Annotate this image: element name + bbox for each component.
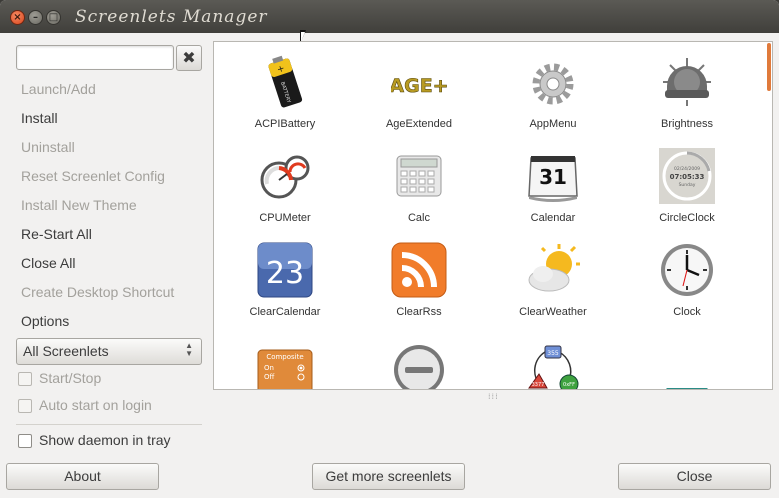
gauge-icon (260, 155, 310, 199)
install-action[interactable]: Install (21, 110, 58, 126)
calendar-icon-day: 31 (539, 165, 567, 189)
clear-calendar-day: 23 (266, 256, 304, 291)
screenlet-label: Brightness (661, 118, 713, 130)
gear-icon (532, 63, 574, 105)
start-stop-label: Start/Stop (39, 370, 102, 386)
screenlet-item-stop[interactable] (352, 334, 486, 389)
pane-resize-grip[interactable]: ⁞⁞⁞ (488, 392, 499, 401)
calculator-icon (396, 155, 442, 197)
screenlet-item-calendar[interactable]: 31 Calendar (486, 140, 620, 232)
close-button[interactable]: Close (618, 463, 771, 490)
screenlet-label: Clock (673, 306, 701, 318)
title-bar[interactable]: × – □ Screenlets Manager (0, 0, 779, 33)
filter-selected-value: All Screenlets (23, 343, 109, 359)
screenlet-label: Calendar (530, 212, 576, 224)
icon-view-scrollbar[interactable] (767, 43, 771, 91)
window-title: Screenlets Manager (75, 7, 268, 27)
clear-search-button[interactable]: ✖ (176, 45, 202, 71)
calendar-icon: 31 (528, 156, 578, 202)
cycle-right: 0xFF (563, 382, 575, 388)
circle-clock-time: 07:05:33 (670, 173, 705, 181)
window-maximize-button[interactable]: □ (46, 10, 61, 25)
composite-toggle-icon: Composite On Off (257, 349, 313, 389)
battery-icon: BATTERY + (268, 55, 303, 108)
create-desktop-shortcut-action[interactable]: Create Desktop Shortcut (21, 284, 174, 300)
cycle-left: 3377 (532, 382, 545, 388)
autostart-label: Auto start on login (39, 397, 152, 413)
screenlets-manager-window: × – □ Screenlets Manager ✖ Launch/Add In… (0, 0, 779, 498)
start-stop-checkbox[interactable] (18, 372, 32, 386)
screenlet-item-brightness[interactable]: Brightness (620, 46, 754, 138)
rss-icon (391, 242, 447, 298)
options-action[interactable]: Options (21, 313, 69, 329)
sidebar-separator (16, 424, 202, 425)
get-more-screenlets-button[interactable]: Get more screenlets (312, 463, 465, 490)
screenlet-label: CircleClock (659, 212, 715, 224)
clear-calendar-icon: 23 (257, 242, 313, 298)
cycle-diagram-icon: 355 3377 0xFF (528, 345, 579, 389)
screenlet-item-clock[interactable]: Clock (620, 234, 754, 326)
uninstall-action[interactable]: Uninstall (21, 139, 75, 155)
circle-clock-day: Sunday (679, 182, 696, 188)
screenlet-item-cycle[interactable]: 355 3377 0xFF (486, 334, 620, 389)
teal-shape-icon (666, 388, 708, 389)
screenlet-label: ClearRss (396, 306, 442, 318)
screenlet-label: AgeExtended (385, 118, 453, 130)
screenlet-label: AppMenu (529, 118, 577, 130)
autostart-checkbox[interactable] (18, 399, 32, 413)
screenlet-item-clearrss[interactable]: ClearRss (352, 234, 486, 326)
cycle-top: 355 (547, 350, 559, 357)
search-input[interactable] (16, 45, 174, 70)
sun-dial-icon (663, 58, 711, 106)
composite-title: Composite (266, 353, 303, 361)
screenlet-item-calc[interactable]: Calc (352, 140, 486, 232)
show-daemon-label: Show daemon in tray (39, 432, 171, 448)
show-daemon-checkbox[interactable] (18, 434, 32, 448)
weather-icon (528, 244, 580, 292)
circle-clock-icon: 02/24/2009 07:05:33 Sunday (659, 148, 715, 204)
combo-arrows-icon: ▲ ▼ (185, 341, 193, 358)
clock-icon (661, 244, 713, 296)
screenlet-item-circleclock[interactable]: 02/24/2009 07:05:33 Sunday CircleClock (620, 140, 754, 232)
screenlet-item-clearcalendar[interactable]: 23 ClearCalendar (218, 234, 352, 326)
screenlet-item-cpumeter[interactable]: CPUMeter (218, 140, 352, 232)
screenlets-icon-view[interactable]: BATTERY + ACPIBattery AGE+ AgeExtended A… (213, 41, 773, 390)
screenlet-label: ACPIBattery (254, 118, 316, 130)
screenlet-label: Calc (407, 212, 430, 224)
about-button[interactable]: About (6, 463, 159, 490)
circle-clock-date: 02/24/2009 (674, 166, 700, 172)
screenlet-label: CPUMeter (259, 212, 311, 224)
screenlet-label: ClearCalendar (249, 306, 321, 318)
screenlet-item-ageextended[interactable]: AGE+ AgeExtended (352, 46, 486, 138)
screenlet-label: ClearWeather (519, 306, 587, 318)
composite-off: Off (264, 373, 275, 381)
screenlet-item-acpibattery[interactable]: BATTERY + ACPIBattery (218, 46, 352, 138)
stop-icon (394, 345, 444, 389)
restart-all-action[interactable]: Re-Start All (21, 226, 92, 242)
screenlet-item-composite[interactable]: Composite On Off (218, 348, 352, 389)
close-all-action[interactable]: Close All (21, 255, 75, 271)
install-new-theme-action[interactable]: Install New Theme (21, 197, 137, 213)
launch-add-action[interactable]: Launch/Add (21, 81, 96, 97)
window-minimize-button[interactable]: – (28, 10, 43, 25)
window-close-button[interactable]: × (10, 10, 25, 25)
age-plus-icon: AGE+ (391, 75, 447, 98)
screenlet-filter-select[interactable]: All Screenlets ▲ ▼ (16, 338, 202, 365)
screenlet-item-appmenu[interactable]: AppMenu (486, 46, 620, 138)
reset-screenlet-config-action[interactable]: Reset Screenlet Config (21, 168, 165, 184)
screenlet-item-partial[interactable] (620, 334, 754, 389)
age-icon-text: AGE+ (391, 75, 447, 97)
composite-on: On (264, 364, 274, 372)
screenlet-item-clearweather[interactable]: ClearWeather (486, 234, 620, 326)
